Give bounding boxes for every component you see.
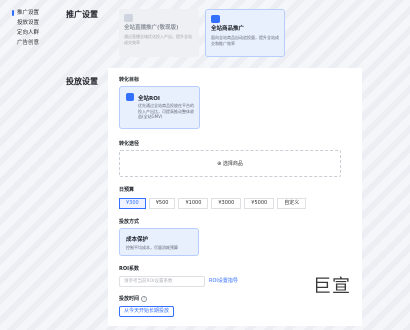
start-today-button[interactable]: 从今天开始长期投放	[119, 306, 175, 317]
sidebar-item-delivery[interactable]: 投放设置	[12, 18, 60, 28]
budget-label: 日预算	[119, 187, 135, 193]
select-product-button[interactable]: ⊕ 选择商品	[119, 150, 341, 177]
product-promotion-desc: 面向全站商品自动追投量，提升全站成交和推广效率	[211, 35, 279, 46]
roi-goal-title: 全站ROI	[138, 96, 160, 102]
shopping-bag-icon	[211, 15, 220, 23]
product-promotion-title: 全站商品推广	[211, 26, 245, 32]
roi-coefficient-input[interactable]: 请参考当前ROI设置系数	[119, 276, 205, 287]
method-label: 投放方式	[119, 219, 140, 225]
cost-protection-card[interactable]: 成本保护 控制平均成本，尽量消耗预算	[119, 228, 199, 256]
budget-options: ¥300 ¥500 ¥1000 ¥3000 ¥5000 自定义	[119, 198, 309, 209]
time-label: 投放时间	[119, 296, 140, 302]
watermark-text: 巨宣	[313, 276, 351, 297]
roi-goal-desc: 优先通过全站商品投放在平台的投入产出比，可提高推动整体收益(全站GMV)	[138, 103, 194, 119]
promotion-section-title: 推广设置	[66, 10, 98, 19]
roi-goal-card[interactable]: 全站ROI 优先通过全站商品投放在平台的投入产出比，可提高推动整体收益(全站GM…	[119, 86, 200, 129]
sidebar-nav: 推广设置 投放设置 定向人群 广告创意	[12, 8, 60, 48]
delivery-section-title: 投放设置	[66, 77, 98, 86]
help-icon[interactable]: ?	[141, 295, 148, 302]
path-label: 转化途径	[119, 141, 140, 147]
budget-option-500[interactable]: ¥500	[148, 198, 176, 209]
product-promotion-card[interactable]: 全站商品推广 面向全站商品自动追投量，提升全站成交和推广效率	[205, 9, 285, 57]
budget-option-custom[interactable]: 自定义	[277, 198, 307, 209]
sidebar-item-creative[interactable]: 广告创意	[12, 38, 60, 48]
live-promotion-title: 全站直播推广(敬现版)	[124, 25, 179, 31]
budget-option-3000[interactable]: ¥3000	[211, 198, 242, 209]
cost-protection-desc: 控制平均成本，尽量消耗预算	[126, 245, 178, 250]
live-promotion-card[interactable]: 全站直播推广(敬现版) 通过直播全域优化投入产出，提升全站成交效率	[119, 9, 199, 57]
live-video-icon	[124, 14, 133, 22]
goal-label: 转化目标	[119, 77, 140, 83]
roi-icon	[126, 93, 134, 101]
live-promotion-desc: 通过直播全域优化投入产出，提升全站成交效率	[124, 34, 192, 45]
budget-option-1000[interactable]: ¥1000	[178, 198, 209, 209]
budget-option-300[interactable]: ¥300	[119, 198, 146, 209]
sidebar-item-audience[interactable]: 定向人群	[12, 28, 60, 38]
cost-protection-title: 成本保护	[126, 237, 149, 243]
budget-option-5000[interactable]: ¥5000	[244, 198, 275, 209]
sidebar-item-promotion[interactable]: 推广设置	[12, 8, 60, 18]
time-label-row: 投放时间?	[119, 295, 148, 302]
roi-guide-link[interactable]: ROI设置指导	[209, 277, 238, 284]
roi-coefficient-label: ROI系数	[119, 266, 139, 272]
